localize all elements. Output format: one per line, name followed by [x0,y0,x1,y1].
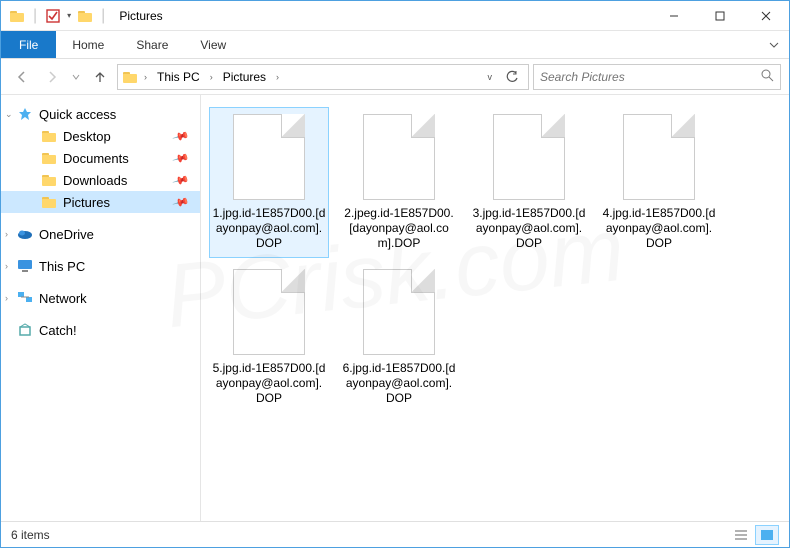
folder-icon [41,128,57,144]
file-name: 2.jpeg.id-1E857D00.[dayonpay@aol.com].DO… [342,206,456,251]
file-name: 3.jpg.id-1E857D00.[dayonpay@aol.com].DOP [472,206,586,251]
sidebar-quick-access-label: Quick access [39,107,116,122]
ribbon-expand-icon[interactable] [759,31,789,58]
sidebar: ⌄ Quick access Desktop📌Documents📌Downloa… [1,95,201,521]
minimize-button[interactable] [651,1,697,31]
chevron-down-icon[interactable]: ⌄ [5,109,13,120]
folder-icon [41,150,57,166]
chevron-right-icon[interactable]: › [210,72,213,82]
statusbar: 6 items [1,521,789,547]
chevron-right-icon[interactable]: › [5,229,8,239]
sidebar-network[interactable]: › Network [1,287,200,309]
file-grid[interactable]: 1.jpg.id-1E857D00.[dayonpay@aol.com].DOP… [201,95,789,521]
file-icon [363,114,435,200]
titlebar-qat: | ▾ | Pictures [1,7,163,25]
file-item[interactable]: 4.jpg.id-1E857D00.[dayonpay@aol.com].DOP [599,107,719,258]
pictures-icon [122,69,138,85]
sidebar-catch[interactable]: Catch! [1,319,200,341]
sidebar-onedrive[interactable]: › OneDrive [1,223,200,245]
details-view-button[interactable] [729,525,753,545]
sidebar-thispc[interactable]: › This PC [1,255,200,277]
up-button[interactable] [87,64,113,90]
chevron-right-icon[interactable]: › [276,72,279,82]
file-name: 4.jpg.id-1E857D00.[dayonpay@aol.com].DOP [602,206,716,251]
sidebar-item-label: Downloads [63,173,127,188]
sidebar-item-documents[interactable]: Documents 📌 [1,147,200,169]
separator: | [33,7,37,25]
breadcrumb-thispc[interactable]: This PC [153,70,204,84]
sidebar-item-desktop[interactable]: Desktop 📌 [1,125,200,147]
sidebar-item-label: OneDrive [39,227,94,242]
ribbon-tab-share[interactable]: Share [120,31,184,58]
refresh-button[interactable] [500,70,524,84]
properties-icon[interactable] [45,8,61,24]
back-button[interactable] [9,64,35,90]
folder-icon [41,172,57,188]
folder-title-icon [77,8,93,24]
file-item[interactable]: 6.jpg.id-1E857D00.[dayonpay@aol.com].DOP [339,262,459,413]
window-controls [651,1,789,31]
file-item[interactable]: 5.jpg.id-1E857D00.[dayonpay@aol.com].DOP [209,262,329,413]
thumbs-view-button[interactable] [755,525,779,545]
navbar: › This PC › Pictures › v [1,59,789,95]
explorer-icon [9,8,25,24]
separator: | [101,7,105,25]
breadcrumb-pictures[interactable]: Pictures [219,70,270,84]
body: ⌄ Quick access Desktop📌Documents📌Downloa… [1,95,789,521]
catch-icon [17,322,33,338]
search-box[interactable] [533,64,781,90]
file-icon [623,114,695,200]
search-input[interactable] [540,70,760,84]
sidebar-item-downloads[interactable]: Downloads 📌 [1,169,200,191]
file-icon [233,269,305,355]
file-icon [363,269,435,355]
sidebar-item-pictures[interactable]: Pictures 📌 [1,191,200,213]
recent-dropdown-icon[interactable] [69,64,83,90]
sidebar-quick-access-header[interactable]: ⌄ Quick access [1,103,200,125]
file-item[interactable]: 3.jpg.id-1E857D00.[dayonpay@aol.com].DOP [469,107,589,258]
titlebar: | ▾ | Pictures [1,1,789,31]
ribbon-file-tab[interactable]: File [1,31,56,58]
close-button[interactable] [743,1,789,31]
file-name: 5.jpg.id-1E857D00.[dayonpay@aol.com].DOP [212,361,326,406]
file-name: 1.jpg.id-1E857D00.[dayonpay@aol.com].DOP [212,206,326,251]
star-icon [17,106,33,122]
sidebar-item-label: Desktop [63,129,111,144]
sidebar-quick-access: ⌄ Quick access Desktop📌Documents📌Downloa… [1,103,200,213]
maximize-button[interactable] [697,1,743,31]
sidebar-item-label: Catch! [39,323,77,338]
sidebar-item-label: This PC [39,259,85,274]
sidebar-item-label: Pictures [63,195,110,210]
window-title: Pictures [119,9,162,23]
pin-icon: 📌 [172,193,190,211]
pin-icon: 📌 [172,127,190,145]
pin-icon: 📌 [172,149,190,167]
address-bar[interactable]: › This PC › Pictures › v [117,64,529,90]
search-icon[interactable] [760,68,774,85]
view-switcher [729,525,779,545]
sidebar-item-label: Network [39,291,87,306]
chevron-right-icon[interactable]: › [144,72,147,82]
address-dropdown-icon[interactable]: v [484,72,497,82]
file-item[interactable]: 2.jpeg.id-1E857D00.[dayonpay@aol.com].DO… [339,107,459,258]
folder-icon [41,194,57,210]
network-icon [17,290,33,306]
ribbon-tab-home[interactable]: Home [56,31,120,58]
file-item[interactable]: 1.jpg.id-1E857D00.[dayonpay@aol.com].DOP [209,107,329,258]
file-icon [233,114,305,200]
onedrive-icon [17,226,33,242]
forward-button[interactable] [39,64,65,90]
ribbon: File Home Share View [1,31,789,59]
file-icon [493,114,565,200]
sidebar-item-label: Documents [63,151,129,166]
chevron-right-icon[interactable]: › [5,261,8,271]
status-count: 6 items [11,528,50,542]
chevron-right-icon[interactable]: › [5,293,8,303]
computer-icon [17,258,33,274]
ribbon-tab-view[interactable]: View [184,31,242,58]
file-name: 6.jpg.id-1E857D00.[dayonpay@aol.com].DOP [342,361,456,406]
pin-icon: 📌 [172,171,190,189]
qat-dropdown-icon[interactable]: ▾ [67,11,71,20]
